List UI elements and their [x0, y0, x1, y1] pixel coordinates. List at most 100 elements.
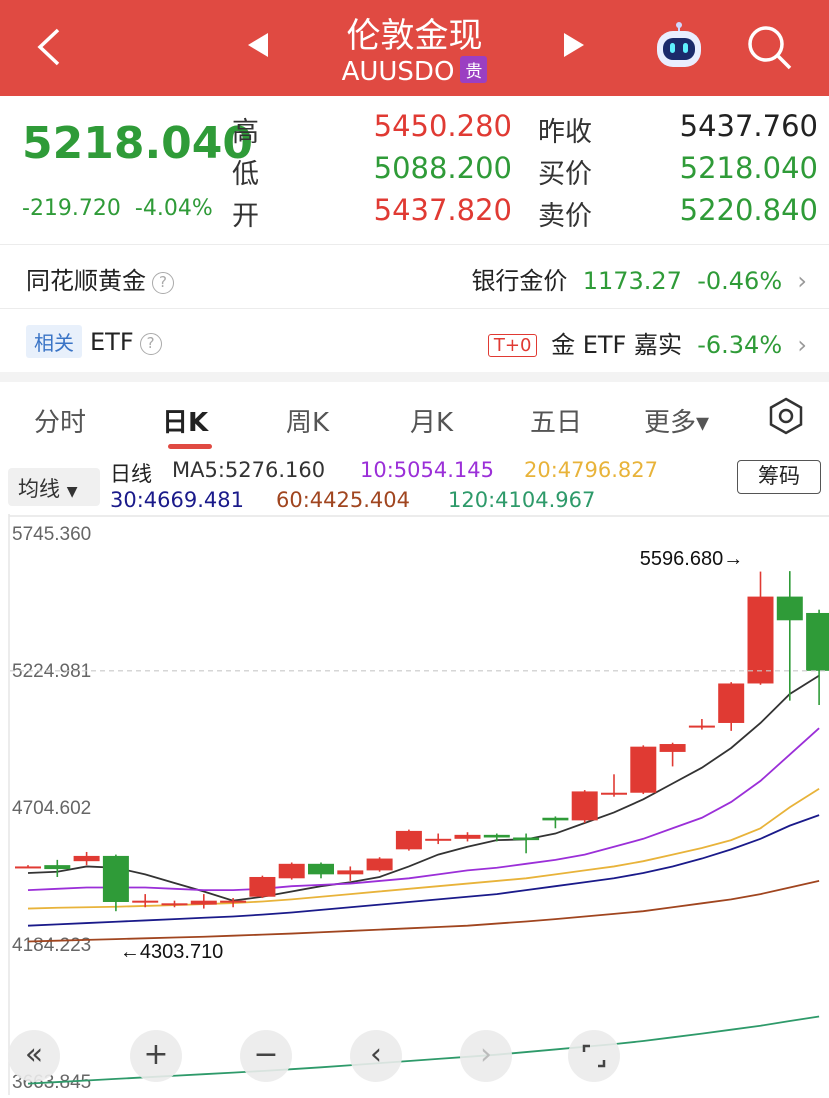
candlestick-chart[interactable]: 5745.3605224.9814704.6024184.2233663.845…	[0, 514, 829, 1095]
zoom-out-button[interactable]: −	[240, 1030, 292, 1082]
low-label: 低	[232, 159, 259, 190]
fullscreen-icon	[582, 1044, 606, 1068]
candle-body	[337, 870, 364, 875]
ma-line-30	[27, 814, 820, 927]
quote-panel: 5218.040 -219.720 -4.04% 高 低 开 5450.280 …	[0, 96, 829, 244]
candle-body	[73, 855, 100, 862]
related-tag: 相关	[26, 325, 82, 358]
candle-body	[190, 900, 217, 905]
high-value: 5450.280	[373, 109, 512, 143]
t0-tag: T+0	[487, 334, 538, 357]
ma-line-10	[27, 727, 820, 892]
ma10-value: 10:5054.145	[360, 458, 494, 482]
price-change: -219.720 -4.04%	[22, 196, 213, 221]
candle-body	[542, 817, 569, 821]
chevron-right-icon: ›	[797, 331, 807, 359]
zoom-in-button[interactable]: +	[130, 1030, 182, 1082]
bank-gold-pct: -0.46%	[697, 267, 783, 295]
candle-body	[454, 834, 481, 839]
candle-body	[161, 903, 188, 906]
ma-line-60	[27, 880, 820, 943]
candle-body	[220, 900, 247, 903]
y-tick-label: 4184.223	[12, 935, 91, 956]
candle-body	[659, 744, 686, 752]
etf-label: ETF	[90, 328, 134, 356]
candle-body	[571, 791, 598, 821]
candle-body	[308, 863, 334, 875]
candle-body	[15, 866, 41, 869]
next-symbol-button[interactable]	[562, 30, 588, 67]
tab-intraday[interactable]: 分时	[34, 402, 86, 439]
settings-icon	[769, 397, 803, 435]
fullscreen-button[interactable]	[568, 1030, 620, 1082]
ma20-value: 20:4796.827	[524, 458, 658, 482]
candle-body	[483, 834, 510, 838]
ask-label: 卖价	[538, 201, 592, 232]
chips-button[interactable]: 筹码	[737, 460, 821, 494]
etf-name: 金 ETF 嘉实	[551, 331, 682, 359]
ma5-value: MA5:5276.160	[172, 458, 326, 482]
search-icon	[748, 26, 792, 70]
tab-more[interactable]: 更多▾	[644, 402, 709, 439]
etf-row[interactable]: 相关 ETF? T+0 金 ETF 嘉实 -6.34% ›	[0, 308, 829, 372]
ma120-value: 120:4104.967	[448, 488, 596, 512]
y-tick-label: 5745.360	[12, 524, 91, 545]
candle-body	[44, 865, 71, 870]
chart-settings-button[interactable]	[766, 396, 806, 436]
robot-icon	[657, 22, 701, 67]
last-price: 5218.040	[22, 118, 254, 169]
rewind-button[interactable]: «	[8, 1030, 60, 1082]
section-divider	[0, 372, 829, 382]
tab-five-day[interactable]: 五日	[530, 402, 582, 439]
help-icon[interactable]: ?	[139, 333, 162, 355]
assistant-button[interactable]	[652, 22, 706, 72]
y-tick-label: 4704.602	[12, 798, 91, 819]
y-tick-label: 5224.981	[12, 661, 91, 682]
candle-body	[102, 855, 129, 902]
candle-body	[366, 858, 393, 871]
candle-body	[278, 863, 305, 879]
chevron-right-icon: ›	[797, 267, 807, 295]
max-price-label: 5596.680→	[640, 548, 743, 570]
open-label: 开	[232, 201, 259, 232]
ma60-value: 60:4425.404	[276, 488, 410, 512]
triangle-right-icon	[564, 33, 584, 57]
indicator-selector[interactable]: 均线 ▼	[8, 468, 100, 506]
ma-legend: 均线 ▼ 日线 MA5:5276.160 10:5054.145 20:4796…	[0, 456, 829, 514]
candle-body	[776, 596, 803, 621]
prev-close-value: 5437.760	[679, 109, 818, 143]
candle-body	[513, 837, 540, 841]
title-bar: 伦敦金现 AUUSDO 贵	[0, 0, 829, 96]
high-label: 高	[232, 117, 259, 148]
candle-body	[132, 900, 159, 903]
search-button[interactable]	[744, 22, 794, 72]
scroll-right-button[interactable]: ›	[460, 1030, 512, 1082]
ma30-value: 30:4669.481	[110, 488, 244, 512]
category-badge: 贵	[460, 56, 488, 83]
tab-monthly[interactable]: 月K	[410, 402, 453, 439]
tab-weekly[interactable]: 周K	[286, 402, 329, 439]
bank-gold-value: 1173.27	[582, 267, 682, 295]
help-icon[interactable]: ?	[152, 272, 174, 294]
bid-value: 5218.040	[679, 151, 818, 185]
candle-body	[249, 876, 276, 897]
candle-body	[425, 838, 452, 841]
prev-close-label: 昨收	[538, 117, 592, 148]
gold-index-name: 同花顺黄金	[26, 267, 146, 295]
bank-gold-label: 银行金价	[471, 267, 568, 295]
tab-daily[interactable]: 日K	[162, 402, 208, 439]
scroll-left-button[interactable]: ‹	[350, 1030, 402, 1082]
candle-body	[688, 725, 715, 728]
min-price-label: ←4303.710	[120, 941, 223, 963]
ma-line-20	[27, 788, 820, 910]
low-value: 5088.200	[373, 151, 512, 185]
gold-index-row[interactable]: 同花顺黄金? 银行金价 1173.27 -0.46% ›	[0, 244, 829, 308]
active-tab-indicator	[168, 444, 212, 449]
etf-pct: -6.34%	[697, 331, 783, 359]
period-tabs: 分时 日K 周K 月K 五日 更多▾	[0, 382, 829, 454]
ask-value: 5220.840	[679, 193, 818, 227]
candle-body	[395, 830, 422, 850]
candle-body	[601, 792, 627, 795]
period-label: 日线	[110, 462, 152, 486]
bid-label: 买价	[538, 159, 592, 190]
